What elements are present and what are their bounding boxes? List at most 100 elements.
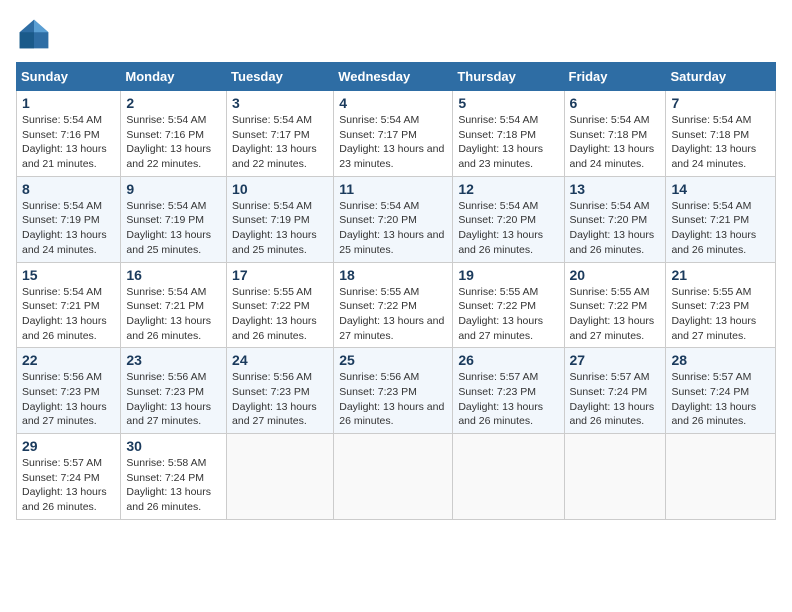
sunrise-label: Sunrise: 5:54 AM (570, 200, 650, 212)
calendar-cell: 2 Sunrise: 5:54 AM Sunset: 7:16 PM Dayli… (121, 91, 227, 177)
daylight-label: Daylight: 13 hours and 27 minutes. (570, 315, 655, 342)
daylight-label: Daylight: 13 hours and 24 minutes. (22, 229, 107, 256)
calendar-cell: 28 Sunrise: 5:57 AM Sunset: 7:24 PM Dayl… (666, 348, 776, 434)
sunrise-label: Sunrise: 5:55 AM (232, 286, 312, 298)
daylight-label: Daylight: 13 hours and 27 minutes. (671, 315, 756, 342)
header-cell-thursday: Thursday (453, 63, 564, 91)
sunset-label: Sunset: 7:22 PM (458, 300, 536, 312)
logo-icon (16, 16, 52, 52)
sunrise-label: Sunrise: 5:57 AM (458, 371, 538, 383)
calendar-cell: 30 Sunrise: 5:58 AM Sunset: 7:24 PM Dayl… (121, 434, 227, 520)
daylight-label: Daylight: 13 hours and 26 minutes. (126, 486, 211, 513)
sunset-label: Sunset: 7:19 PM (232, 214, 310, 226)
calendar-cell: 17 Sunrise: 5:55 AM Sunset: 7:22 PM Dayl… (227, 262, 334, 348)
calendar-cell: 25 Sunrise: 5:56 AM Sunset: 7:23 PM Dayl… (334, 348, 453, 434)
header-cell-monday: Monday (121, 63, 227, 91)
calendar-cell: 22 Sunrise: 5:56 AM Sunset: 7:23 PM Dayl… (17, 348, 121, 434)
sunset-label: Sunset: 7:23 PM (22, 386, 100, 398)
header-cell-friday: Friday (564, 63, 666, 91)
daylight-label: Daylight: 13 hours and 26 minutes. (570, 401, 655, 428)
sunrise-label: Sunrise: 5:54 AM (22, 286, 102, 298)
sunset-label: Sunset: 7:24 PM (126, 472, 204, 484)
daylight-label: Daylight: 13 hours and 25 minutes. (126, 229, 211, 256)
day-info: Sunrise: 5:54 AM Sunset: 7:21 PM Dayligh… (671, 199, 770, 258)
sunrise-label: Sunrise: 5:57 AM (671, 371, 751, 383)
calendar-cell: 1 Sunrise: 5:54 AM Sunset: 7:16 PM Dayli… (17, 91, 121, 177)
day-info: Sunrise: 5:56 AM Sunset: 7:23 PM Dayligh… (232, 370, 328, 429)
day-number: 28 (671, 352, 770, 368)
sunrise-label: Sunrise: 5:55 AM (671, 286, 751, 298)
daylight-label: Daylight: 13 hours and 22 minutes. (126, 143, 211, 170)
sunset-label: Sunset: 7:24 PM (570, 386, 648, 398)
day-number: 9 (126, 181, 221, 197)
day-info: Sunrise: 5:54 AM Sunset: 7:16 PM Dayligh… (126, 113, 221, 172)
sunset-label: Sunset: 7:23 PM (339, 386, 417, 398)
day-number: 19 (458, 267, 558, 283)
sunset-label: Sunset: 7:23 PM (458, 386, 536, 398)
day-number: 12 (458, 181, 558, 197)
day-info: Sunrise: 5:57 AM Sunset: 7:24 PM Dayligh… (671, 370, 770, 429)
day-info: Sunrise: 5:55 AM Sunset: 7:22 PM Dayligh… (458, 285, 558, 344)
sunset-label: Sunset: 7:18 PM (570, 129, 648, 141)
calendar-cell: 7 Sunrise: 5:54 AM Sunset: 7:18 PM Dayli… (666, 91, 776, 177)
day-number: 8 (22, 181, 115, 197)
calendar-cell: 14 Sunrise: 5:54 AM Sunset: 7:21 PM Dayl… (666, 176, 776, 262)
sunset-label: Sunset: 7:21 PM (22, 300, 100, 312)
day-info: Sunrise: 5:54 AM Sunset: 7:19 PM Dayligh… (22, 199, 115, 258)
calendar-cell: 29 Sunrise: 5:57 AM Sunset: 7:24 PM Dayl… (17, 434, 121, 520)
sunset-label: Sunset: 7:19 PM (126, 214, 204, 226)
day-info: Sunrise: 5:54 AM Sunset: 7:18 PM Dayligh… (458, 113, 558, 172)
sunset-label: Sunset: 7:20 PM (339, 214, 417, 226)
daylight-label: Daylight: 13 hours and 26 minutes. (671, 229, 756, 256)
sunset-label: Sunset: 7:22 PM (232, 300, 310, 312)
day-number: 26 (458, 352, 558, 368)
calendar-cell: 9 Sunrise: 5:54 AM Sunset: 7:19 PM Dayli… (121, 176, 227, 262)
daylight-label: Daylight: 13 hours and 26 minutes. (126, 315, 211, 342)
day-number: 25 (339, 352, 447, 368)
calendar-cell (227, 434, 334, 520)
calendar-cell: 8 Sunrise: 5:54 AM Sunset: 7:19 PM Dayli… (17, 176, 121, 262)
day-info: Sunrise: 5:55 AM Sunset: 7:22 PM Dayligh… (232, 285, 328, 344)
day-info: Sunrise: 5:56 AM Sunset: 7:23 PM Dayligh… (22, 370, 115, 429)
sunset-label: Sunset: 7:20 PM (570, 214, 648, 226)
page-header (16, 16, 776, 52)
sunset-label: Sunset: 7:22 PM (570, 300, 648, 312)
sunset-label: Sunset: 7:23 PM (126, 386, 204, 398)
sunset-label: Sunset: 7:20 PM (458, 214, 536, 226)
day-number: 24 (232, 352, 328, 368)
daylight-label: Daylight: 13 hours and 26 minutes. (232, 315, 317, 342)
sunrise-label: Sunrise: 5:56 AM (22, 371, 102, 383)
calendar-cell (564, 434, 666, 520)
daylight-label: Daylight: 13 hours and 27 minutes. (232, 401, 317, 428)
calendar-cell: 15 Sunrise: 5:54 AM Sunset: 7:21 PM Dayl… (17, 262, 121, 348)
day-number: 18 (339, 267, 447, 283)
day-number: 14 (671, 181, 770, 197)
day-info: Sunrise: 5:55 AM Sunset: 7:22 PM Dayligh… (339, 285, 447, 344)
day-number: 1 (22, 95, 115, 111)
sunset-label: Sunset: 7:23 PM (671, 300, 749, 312)
daylight-label: Daylight: 13 hours and 27 minutes. (22, 401, 107, 428)
calendar-cell (334, 434, 453, 520)
calendar-cell: 23 Sunrise: 5:56 AM Sunset: 7:23 PM Dayl… (121, 348, 227, 434)
daylight-label: Daylight: 13 hours and 25 minutes. (232, 229, 317, 256)
day-number: 29 (22, 438, 115, 454)
calendar-cell: 19 Sunrise: 5:55 AM Sunset: 7:22 PM Dayl… (453, 262, 564, 348)
calendar-cell: 13 Sunrise: 5:54 AM Sunset: 7:20 PM Dayl… (564, 176, 666, 262)
sunset-label: Sunset: 7:16 PM (126, 129, 204, 141)
sunrise-label: Sunrise: 5:54 AM (339, 200, 419, 212)
daylight-label: Daylight: 13 hours and 23 minutes. (339, 143, 444, 170)
sunset-label: Sunset: 7:17 PM (232, 129, 310, 141)
daylight-label: Daylight: 13 hours and 26 minutes. (570, 229, 655, 256)
daylight-label: Daylight: 13 hours and 27 minutes. (339, 315, 444, 342)
sunset-label: Sunset: 7:19 PM (22, 214, 100, 226)
day-number: 20 (570, 267, 661, 283)
day-info: Sunrise: 5:57 AM Sunset: 7:23 PM Dayligh… (458, 370, 558, 429)
daylight-label: Daylight: 13 hours and 24 minutes. (570, 143, 655, 170)
day-info: Sunrise: 5:55 AM Sunset: 7:23 PM Dayligh… (671, 285, 770, 344)
daylight-label: Daylight: 13 hours and 24 minutes. (671, 143, 756, 170)
sunrise-label: Sunrise: 5:54 AM (126, 286, 206, 298)
sunset-label: Sunset: 7:23 PM (232, 386, 310, 398)
daylight-label: Daylight: 13 hours and 26 minutes. (671, 401, 756, 428)
day-info: Sunrise: 5:54 AM Sunset: 7:20 PM Dayligh… (570, 199, 661, 258)
sunrise-label: Sunrise: 5:56 AM (126, 371, 206, 383)
